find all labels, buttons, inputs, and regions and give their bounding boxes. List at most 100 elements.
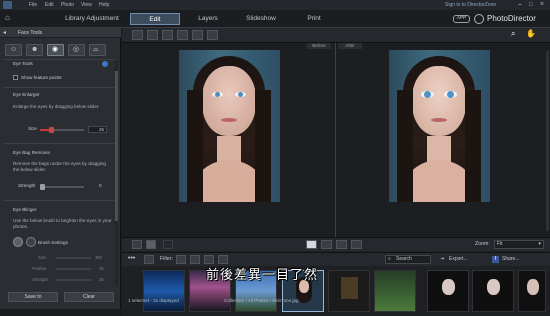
lips [431, 118, 447, 122]
tab-print[interactable]: Print [300, 13, 328, 25]
section-title-eye-tools: Eye Tools [13, 61, 33, 66]
view-toolbar: Zoom: Fit ▾ [122, 237, 550, 251]
person-icon[interactable] [336, 240, 347, 249]
zoom-select[interactable]: Fit ▾ [494, 240, 544, 249]
view-scrollbar[interactable] [546, 51, 549, 231]
menu-edit[interactable]: Edit [45, 0, 54, 10]
sort-icon[interactable] [218, 255, 228, 264]
export-label: Export... [449, 256, 468, 262]
menu-photo[interactable]: Photo [61, 0, 74, 10]
info-icon[interactable] [102, 61, 108, 67]
side-by-side-icon[interactable] [306, 240, 317, 249]
divider [3, 143, 115, 144]
split-view-icon[interactable] [146, 240, 156, 249]
eye-bag-strength-value[interactable]: 0 [99, 183, 102, 188]
panel-scrollbar[interactable] [115, 61, 118, 286]
brush-settings-label[interactable]: Brush Settings [38, 240, 68, 245]
minimize-icon[interactable]: – [518, 0, 522, 10]
show-feature-points-checkbox[interactable] [13, 75, 18, 80]
hair-left [187, 90, 203, 202]
show-feature-points-label: Show feature points [21, 75, 62, 80]
eye-blinger-desc: Use the below brush to brighten the eyes… [13, 218, 112, 229]
filmstrip-toggle-icon[interactable] [163, 240, 173, 249]
tab-eye-tools[interactable]: ◉ [47, 44, 64, 56]
brand-logo-icon [474, 14, 484, 24]
eye-bag-strength-knob[interactable] [40, 184, 45, 190]
share-button[interactable]: f Share... [492, 255, 538, 264]
brush-strength-slider[interactable] [56, 279, 91, 281]
single-view-icon[interactable] [132, 240, 142, 249]
list-view-icon[interactable] [144, 255, 154, 264]
eye-bag-strength-slider[interactable] [40, 186, 84, 188]
zoom-value: Fit [497, 241, 503, 247]
eraser-icon[interactable] [26, 237, 36, 247]
brush-icon[interactable] [13, 237, 23, 247]
brush-size-slider[interactable] [56, 257, 91, 259]
brush-feather-label: Feather [32, 266, 47, 271]
home-icon[interactable]: ⌂ [5, 14, 10, 22]
tab-layers[interactable]: Layers [190, 13, 226, 25]
tab-slideshow[interactable]: Slideshow [243, 13, 279, 25]
crop-icon[interactable] [132, 30, 143, 40]
eye-outline-icon: ◎ [73, 46, 80, 53]
brush-feather-slider[interactable] [56, 268, 91, 270]
eye-enlarger-size-knob[interactable] [49, 127, 54, 133]
file-path-status: Collection / All Photos / SkinTone.jpg [224, 298, 299, 303]
eye-enlarger-size-label: Size [28, 126, 37, 131]
menu-dots-icon[interactable]: ••• [128, 255, 135, 262]
hair-right [465, 90, 481, 202]
photo-view: Before After [122, 43, 550, 237]
hand-icon[interactable]: ✋ [526, 29, 536, 38]
brush-strength-value: 25 [99, 277, 104, 282]
app-badge[interactable]: APP [453, 15, 470, 23]
export-button[interactable]: ⇥ Export... [440, 255, 486, 264]
zoom-label: Zoom: [475, 241, 490, 247]
status-bar: 1 selected - 31 displayed Collection / A… [122, 294, 550, 309]
restore-icon[interactable]: □ [529, 0, 533, 10]
camera-icon[interactable] [192, 30, 203, 40]
menu-view[interactable]: View [81, 0, 92, 10]
compare-icon[interactable] [177, 30, 188, 40]
flag-filter-icon[interactable] [176, 255, 186, 264]
before-photo[interactable] [179, 50, 280, 202]
right-eye [444, 91, 457, 98]
compare-before-after-icon[interactable] [321, 240, 332, 249]
left-eye [212, 92, 223, 97]
menu-file[interactable]: File [29, 0, 37, 10]
signin-link[interactable]: Sign in to DirectorZone [445, 0, 496, 10]
app-logo-icon [3, 1, 12, 9]
filmstrip-toolbar: ••• Filter: ⌕ Search ⇥ Export... f Share... [122, 252, 550, 266]
tab-face-shaper[interactable]: ☺ [5, 44, 22, 56]
tab-face-tools[interactable]: ☻ [26, 44, 43, 56]
left-eye [421, 91, 434, 98]
brush-strength-label: Strength [32, 277, 48, 282]
tab-adjustment[interactable]: Adjustment [80, 13, 125, 25]
face-shape-icon: ☺ [10, 46, 18, 53]
eye-bag-remover-desc: Remove the bags under the eyes by draggi… [13, 161, 106, 172]
tab-mouth-tools[interactable]: ⌓ [89, 44, 106, 56]
face [412, 66, 466, 136]
rating-filter-icon[interactable] [190, 255, 200, 264]
menu-help[interactable]: Help [99, 0, 109, 10]
eye-compare-icon[interactable] [351, 240, 362, 249]
search-icon: ⌕ [388, 256, 391, 262]
divider [3, 200, 115, 201]
search-placeholder: Search [396, 256, 412, 262]
eye-enlarger-title: Eye Enlarger [13, 92, 40, 97]
display-icon[interactable] [207, 30, 218, 40]
eye-enlarger-size-value[interactable]: 25 [88, 126, 107, 133]
tab-edit[interactable]: Edit [130, 13, 180, 25]
split-divider[interactable] [335, 43, 336, 237]
search-input[interactable]: ⌕ Search [385, 255, 431, 264]
tab-eye-brighten[interactable]: ◎ [68, 44, 85, 56]
zoom-search-icon[interactable]: ⌕ [511, 29, 515, 39]
save-to-button[interactable]: Save to [8, 292, 58, 302]
photo-grid-icon[interactable] [162, 30, 173, 40]
after-photo[interactable] [389, 50, 490, 202]
back-arrow-icon[interactable]: ◂ [3, 29, 6, 36]
clear-button[interactable]: Clear [64, 292, 114, 302]
brand-name: PhotoDirector [487, 14, 536, 23]
image-icon[interactable] [147, 30, 158, 40]
color-filter-icon[interactable] [204, 255, 214, 264]
close-icon[interactable]: × [540, 0, 544, 10]
